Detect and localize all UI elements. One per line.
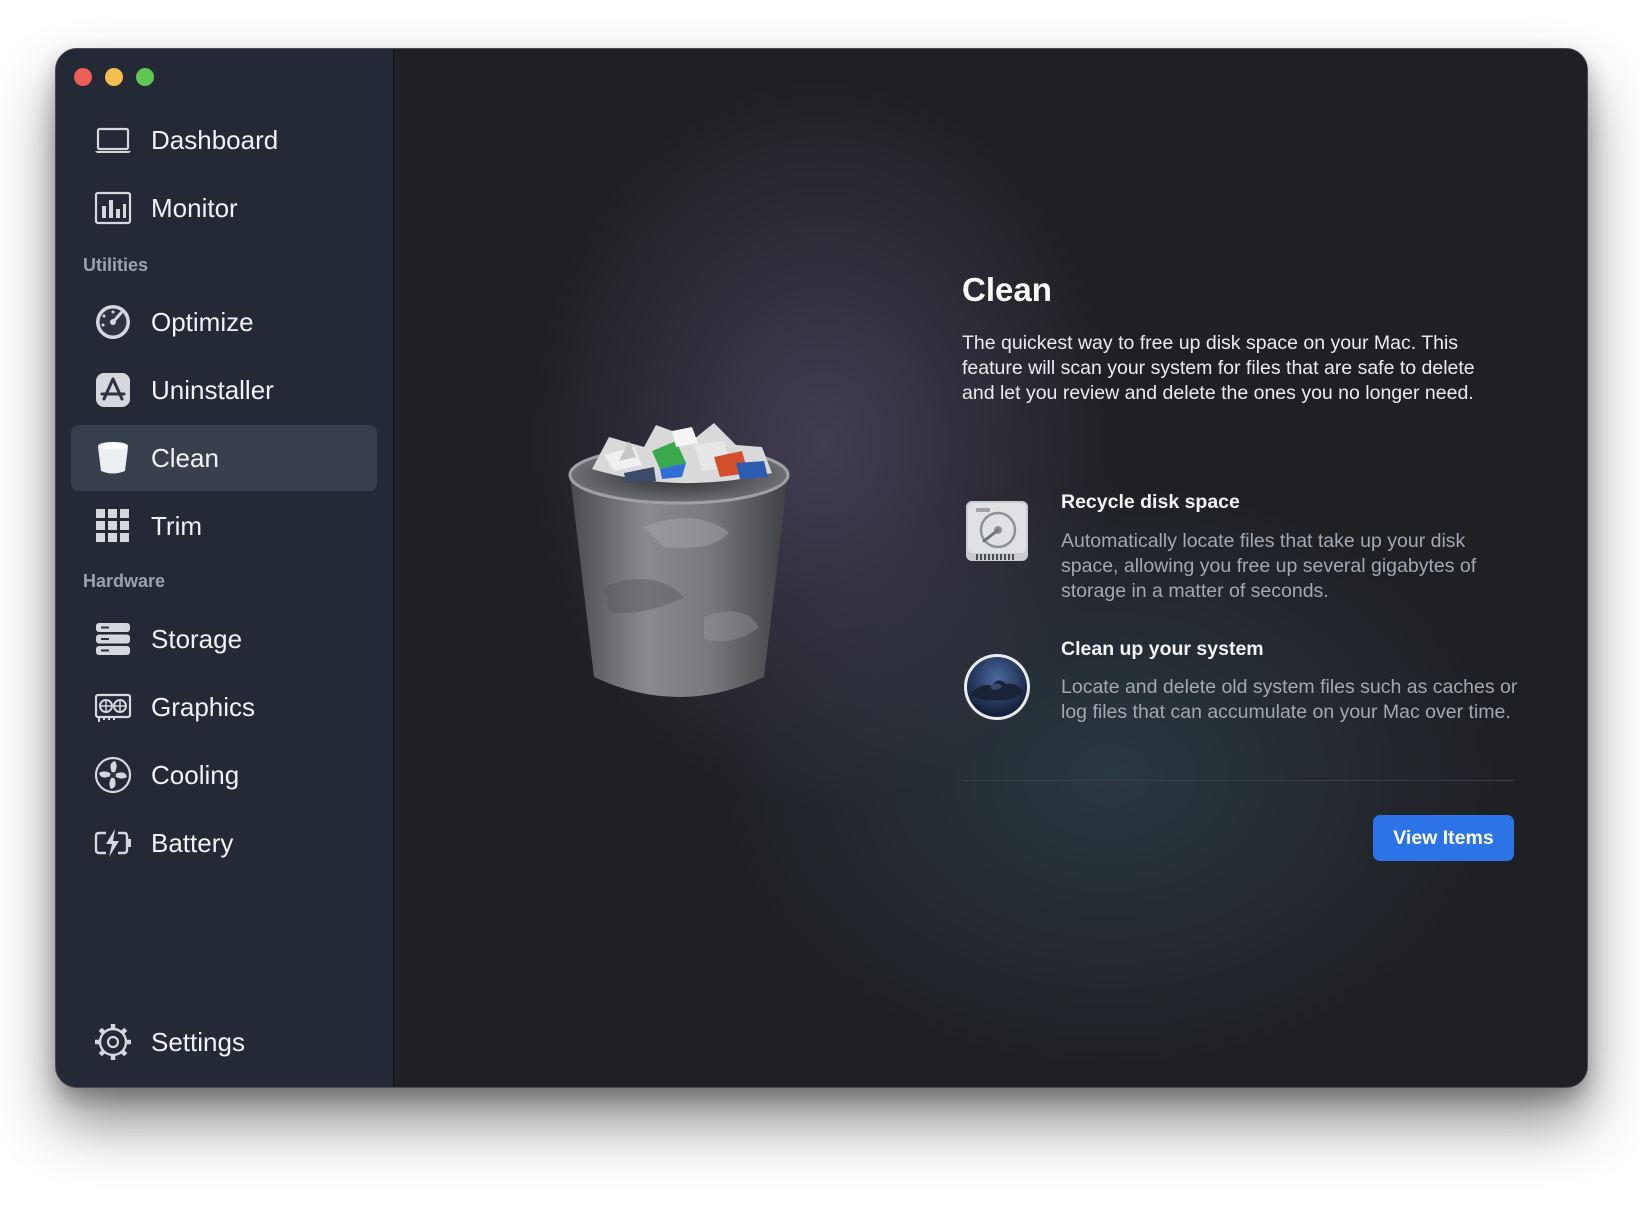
sidebar-item-dashboard[interactable]: Dashboard [71, 107, 377, 173]
graphics-card-icon [93, 687, 133, 727]
sidebar-item-label: Trim [151, 511, 203, 541]
bar-chart-icon [93, 188, 133, 228]
gear-icon [93, 1022, 133, 1062]
sidebar-item-battery[interactable]: Battery [71, 810, 377, 876]
zoom-window-button[interactable] [136, 68, 154, 86]
feature-title: Clean up your system [1061, 638, 1264, 660]
view-items-button[interactable]: View Items [1373, 815, 1514, 861]
sidebar-item-graphics[interactable]: Graphics [71, 674, 377, 740]
storage-icon [93, 619, 133, 659]
sidebar-item-trim[interactable]: Trim [71, 493, 377, 559]
sidebar-item-clean[interactable]: Clean [71, 425, 377, 491]
trash-can-illustration [568, 423, 790, 697]
sidebar-item-label: Monitor [151, 193, 238, 223]
sidebar-item-cooling[interactable]: Cooling [71, 742, 377, 808]
sidebar-item-label: Battery [151, 828, 234, 858]
app-store-icon [93, 370, 133, 410]
sidebar-item-uninstaller[interactable]: Uninstaller [71, 357, 377, 423]
sidebar-item-label: Settings [151, 1027, 245, 1057]
fan-icon [93, 755, 133, 795]
feature-title: Recycle disk space [1061, 491, 1240, 513]
sidebar-item-label: Cooling [151, 760, 240, 790]
page-description: The quickest way to free up disk space o… [962, 332, 1475, 404]
sidebar: Dashboard Monitor Utilities Optimize Uni… [56, 49, 394, 1087]
section-label-utilities: Utilities [83, 255, 149, 275]
close-window-button[interactable] [74, 68, 92, 86]
feature-description: Automatically locate files that take up … [1061, 530, 1477, 602]
sidebar-item-label: Uninstaller [151, 375, 274, 405]
section-label-hardware: Hardware [83, 571, 166, 591]
feature-description: Locate and delete old system files such … [1061, 676, 1518, 723]
sidebar-item-settings[interactable]: Settings [71, 1009, 377, 1075]
sidebar-item-label: Optimize [151, 307, 254, 337]
minimize-window-button[interactable] [105, 68, 123, 86]
sidebar-item-storage[interactable]: Storage [71, 606, 377, 672]
macos-disk-icon [962, 652, 1032, 722]
sidebar-item-label: Dashboard [151, 125, 279, 155]
sidebar-item-label: Graphics [151, 692, 256, 722]
divider [962, 780, 1514, 781]
sidebar-item-optimize[interactable]: Optimize [71, 289, 377, 355]
sidebar-item-monitor[interactable]: Monitor [71, 175, 377, 241]
speedometer-icon [93, 302, 133, 342]
sidebar-item-label: Clean [151, 443, 219, 473]
cup-icon [93, 438, 133, 478]
grid-icon [93, 506, 133, 546]
page-title: Clean [962, 271, 1052, 308]
app-window: Dashboard Monitor Utilities Optimize Uni… [55, 48, 1588, 1088]
battery-icon [93, 823, 133, 863]
laptop-icon [93, 120, 133, 160]
hard-drive-icon [962, 495, 1032, 565]
main-content: Clean The quickest way to free up disk s… [394, 49, 1587, 1087]
sidebar-item-label: Storage [151, 624, 243, 654]
